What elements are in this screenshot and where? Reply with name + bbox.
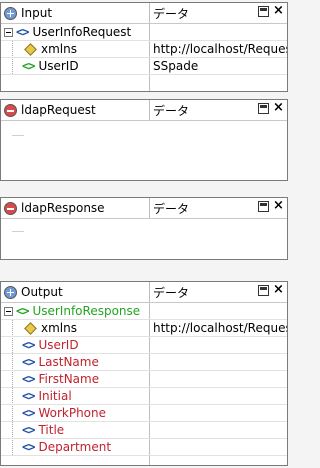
element-brackets-icon: <> [16, 304, 29, 318]
ldapresponse-panel-header: ldapResponse データ × [1, 198, 287, 219]
ldapresponse-tree [1, 219, 287, 259]
value-cell[interactable] [149, 24, 287, 40]
value-cell[interactable] [149, 388, 287, 404]
element-brackets-icon: <> [22, 338, 35, 352]
minimize-icon[interactable] [258, 201, 269, 212]
attribute-name: xmlns [41, 321, 77, 335]
close-icon[interactable]: × [273, 101, 284, 114]
output-panel: Output データ × <> UserInfoResponse xmlns h… [0, 281, 288, 466]
value-cell[interactable] [149, 371, 287, 387]
minimize-icon[interactable] [258, 103, 269, 114]
ldaprequest-panel-header: ldapRequest データ × [1, 100, 287, 121]
element-name: LastName [38, 355, 99, 369]
tree-row[interactable]: <> Department [1, 439, 287, 456]
ldapresponse-panel: ldapResponse データ × [0, 197, 288, 260]
tree-row[interactable]: <> WorkPhone [1, 405, 287, 422]
minus-circle-icon[interactable] [4, 103, 17, 117]
tree-row[interactable]: <> FirstName [1, 371, 287, 388]
tree-row[interactable]: <> UserInfoRequest [1, 24, 287, 41]
value-cell[interactable] [149, 439, 287, 455]
close-icon[interactable]: × [273, 4, 284, 17]
tree-row[interactable]: <> UserID SSpade [1, 58, 287, 75]
minimize-icon[interactable] [258, 6, 269, 17]
element-brackets-icon: <> [16, 25, 29, 39]
element-name: UserID [38, 338, 79, 352]
ldaprequest-tree [1, 121, 287, 180]
tree-row[interactable]: <> UserID [1, 337, 287, 354]
plus-circle-icon[interactable] [4, 6, 17, 20]
attribute-diamond-icon [24, 42, 37, 56]
value-cell[interactable]: http://localhost/RequestU [149, 320, 287, 336]
value-cell[interactable] [149, 354, 287, 370]
value-cell[interactable] [149, 337, 287, 353]
minimize-icon[interactable] [258, 285, 269, 296]
value-cell[interactable] [149, 422, 287, 438]
attribute-diamond-icon [24, 321, 37, 335]
input-panel-header: Input データ × [1, 3, 287, 24]
close-icon[interactable]: × [273, 283, 284, 296]
output-panel-header: Output データ × [1, 282, 287, 303]
element-name: WorkPhone [38, 406, 107, 420]
element-name: FirstName [38, 372, 100, 386]
element-name: UserInfoRequest [32, 25, 132, 39]
element-brackets-icon: <> [22, 372, 35, 386]
tree-row[interactable]: <> Initial [1, 388, 287, 405]
element-brackets-icon: <> [22, 440, 35, 454]
value-cell[interactable]: SSpade [149, 58, 287, 74]
element-brackets-icon: <> [22, 389, 35, 403]
element-name: UserID [38, 59, 79, 73]
panel-title: Input [21, 6, 53, 20]
panel-title: ldapResponse [21, 201, 105, 215]
tree-row[interactable]: <> UserInfoResponse [1, 303, 287, 320]
element-brackets-icon: <> [22, 59, 35, 73]
element-name: Initial [38, 389, 72, 403]
element-brackets-icon: <> [22, 423, 35, 437]
value-cell[interactable] [149, 405, 287, 421]
attribute-name: xmlns [41, 42, 77, 56]
element-name: Department [38, 440, 112, 454]
panel-title: ldapRequest [21, 103, 96, 117]
element-name: UserInfoResponse [32, 304, 141, 318]
value-cell[interactable] [149, 303, 287, 319]
collapse-toggle-icon[interactable] [4, 306, 13, 316]
input-tree: <> UserInfoRequest xmlns http://localhos… [1, 24, 287, 91]
close-icon[interactable]: × [273, 199, 284, 212]
minus-circle-icon[interactable] [4, 201, 17, 215]
element-brackets-icon: <> [22, 406, 35, 420]
value-cell[interactable]: http://localhost/RequestU [149, 41, 287, 57]
tree-row[interactable]: <> Title [1, 422, 287, 439]
collapse-toggle-icon[interactable] [4, 27, 13, 37]
element-name: Title [38, 423, 65, 437]
tree-row[interactable]: xmlns http://localhost/RequestU [1, 41, 287, 58]
tree-row[interactable]: <> LastName [1, 354, 287, 371]
output-tree: <> UserInfoResponse xmlns http://localho… [1, 303, 287, 465]
tree-row[interactable]: xmlns http://localhost/RequestU [1, 320, 287, 337]
element-brackets-icon: <> [22, 355, 35, 369]
plus-circle-icon[interactable] [4, 285, 17, 299]
input-panel: Input データ × <> UserInfoRequest xmlns htt… [0, 2, 288, 92]
panel-title: Output [21, 285, 63, 299]
ldaprequest-panel: ldapRequest データ × [0, 99, 288, 181]
